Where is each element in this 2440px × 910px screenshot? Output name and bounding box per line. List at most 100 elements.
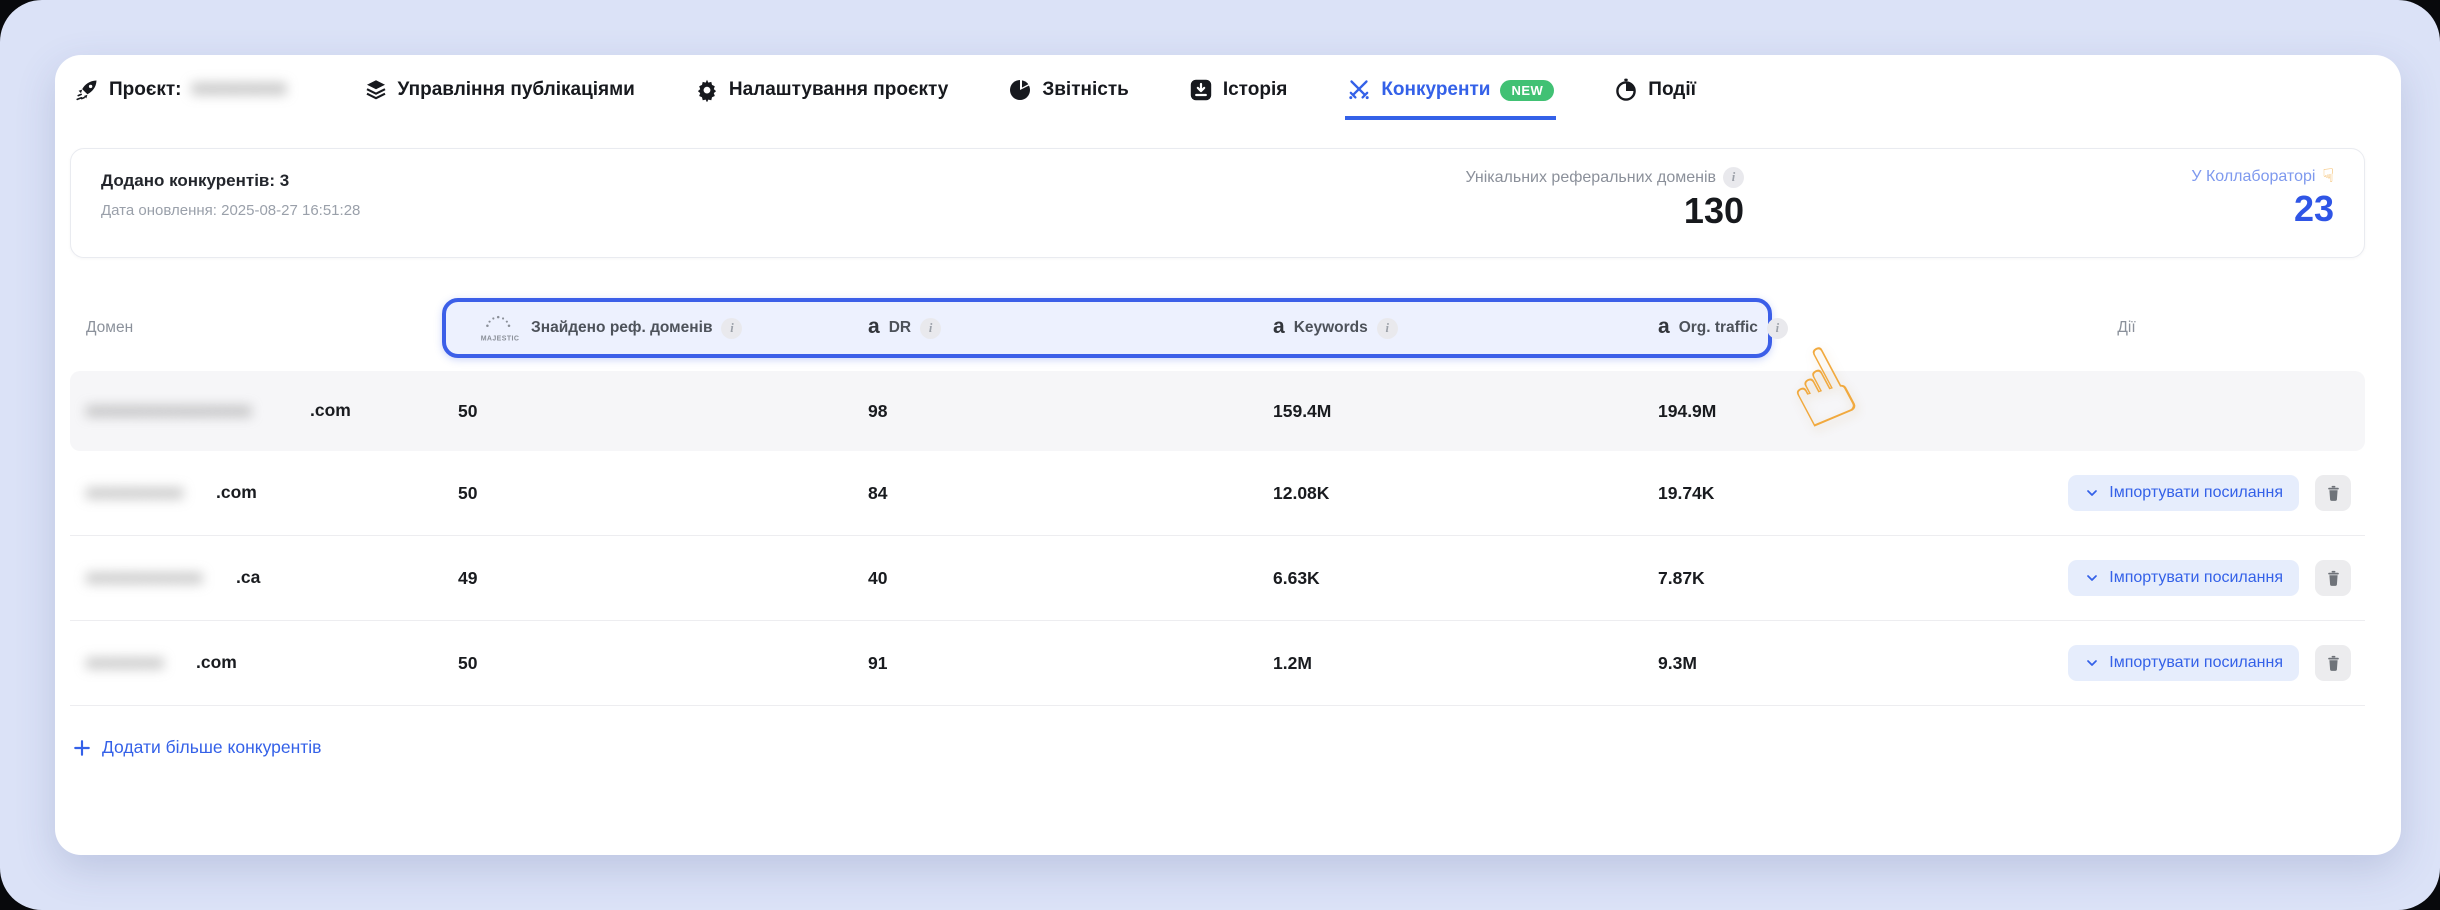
ref-domains-cell: 50 [442, 653, 852, 674]
keywords-cell: 159.4M [1257, 401, 1642, 422]
unique-ref-domains-stat: Унікальних реферальних доменів i 130 [1465, 167, 1744, 229]
chevron-down-icon [2084, 655, 2100, 671]
table-header: Домен MAJESTIC Знайдено реф. доменів i a… [70, 298, 2365, 358]
found-ref-label: Знайдено реф. доменів [531, 319, 712, 337]
column-header-keywords[interactable]: a Keywords i [1257, 318, 1642, 339]
info-icon[interactable]: i [1723, 167, 1744, 188]
domain-suffix: .com [310, 400, 351, 420]
domain-cell: xxxxxxxxxx.com [70, 482, 442, 504]
pie-chart-icon [1008, 78, 1032, 102]
nav-publications-label: Управління публікаціями [398, 79, 635, 101]
ahrefs-icon: a [1273, 316, 1285, 337]
dr-cell: 84 [852, 483, 1257, 504]
ahrefs-icon: a [868, 316, 880, 337]
ahrefs-icon: a [1658, 316, 1670, 337]
screenshot-root: Проєкт: xxxxxxxxx Управління публікаціям… [0, 0, 2440, 910]
nav-competitors[interactable]: Конкуренти NEW [1345, 72, 1556, 120]
domain-cell: xxxxxxxxxxxx.ca [70, 567, 442, 589]
table-row[interactable]: xxxxxxxx.com 50 91 1.2M 9.3M Імпортувати… [70, 621, 2365, 706]
nav-settings[interactable]: Налаштування проєкту [693, 72, 950, 120]
nav-project[interactable]: Проєкт: xxxxxxxxx [73, 72, 306, 120]
import-links-button[interactable]: Імпортувати посилання [2068, 475, 2299, 511]
domain-blurred: xxxxxxxxxxxxxxxxx [86, 400, 308, 422]
in-collaborator-label: У Коллабораторі [2191, 168, 2315, 186]
domain-cell: xxxxxxxx.com [70, 652, 442, 674]
nav-project-label: Проєкт: [109, 79, 182, 101]
actions-cell: Імпортувати посилання [1888, 475, 2365, 511]
org-traffic-label: Org. traffic [1679, 319, 1758, 337]
table-row[interactable]: xxxxxxxxxxxx.ca 49 40 6.63K 7.87K Імпорт… [70, 536, 2365, 621]
nav-events[interactable]: Події [1612, 72, 1698, 120]
column-header-found-ref[interactable]: MAJESTIC Знайдено реф. доменів i [442, 315, 852, 342]
import-links-button[interactable]: Імпортувати посилання [2068, 560, 2299, 596]
unique-ref-domains-label: Унікальних реферальних доменів [1465, 169, 1716, 187]
column-header-actions: Дії [1888, 319, 2365, 337]
info-icon[interactable]: i [920, 318, 941, 339]
nav-history-label: Історія [1223, 79, 1287, 101]
add-more-competitors-label: Додати більше конкурентів [102, 737, 321, 758]
dr-cell: 40 [852, 568, 1257, 589]
info-icon[interactable]: i [721, 318, 742, 339]
org-traffic-cell: 7.87K [1642, 568, 1888, 589]
nav-history[interactable]: Історія [1187, 72, 1289, 120]
org-traffic-cell: 19.74K [1642, 483, 1888, 504]
nav-events-label: Події [1648, 79, 1696, 101]
column-header-org-traffic[interactable]: a Org. traffic i [1642, 318, 1888, 339]
ref-domains-cell: 49 [442, 568, 852, 589]
info-icon[interactable]: i [1767, 318, 1788, 339]
trash-icon [2324, 569, 2343, 588]
column-header-domain[interactable]: Домен [70, 319, 442, 337]
chevron-down-icon [2084, 570, 2100, 586]
added-competitors-label: Додано конкурентів: [101, 171, 275, 190]
dr-cell: 98 [852, 401, 1257, 422]
domain-suffix: .ca [236, 567, 260, 587]
crossed-swords-icon [1347, 78, 1371, 102]
archive-download-icon [1189, 78, 1213, 102]
summary-added-block: Додано конкурентів: 3 Дата оновлення: 20… [101, 171, 360, 219]
stopwatch-icon [1614, 78, 1638, 102]
actions-cell: Імпортувати посилання [1888, 560, 2365, 596]
nav-competitors-label: Конкуренти [1381, 79, 1490, 101]
import-links-label: Імпортувати посилання [2109, 569, 2283, 587]
layers-icon [364, 78, 388, 102]
info-icon[interactable]: i [1377, 318, 1398, 339]
project-domain-blurred: xxxxxxxxx [192, 78, 304, 102]
top-navigation: Проєкт: xxxxxxxxx Управління публікаціям… [73, 73, 1698, 119]
gear-icon [695, 78, 719, 102]
main-card: Проєкт: xxxxxxxxx Управління публікаціям… [55, 55, 2401, 855]
column-header-dr[interactable]: a DR i [852, 318, 1257, 339]
trash-icon [2324, 654, 2343, 673]
in-collaborator-value: 23 [2294, 191, 2334, 227]
nav-reports-label: Звітність [1042, 79, 1128, 101]
pointing-down-icon: ☟ [2322, 167, 2334, 186]
delete-button[interactable] [2315, 475, 2351, 511]
table-row[interactable]: xxxxxxxxxxxxxxxxx.com 50 98 159.4M 194.9… [70, 371, 2365, 451]
domain-blurred: xxxxxxxxxxxx [86, 567, 234, 589]
add-more-competitors-link[interactable]: Додати більше конкурентів [73, 737, 321, 758]
majestic-logo-icon: MAJESTIC [478, 315, 522, 342]
unique-ref-domains-value: 130 [1684, 193, 1744, 229]
nav-settings-label: Налаштування проєкту [729, 79, 948, 101]
table-row[interactable]: xxxxxxxxxx.com 50 84 12.08K 19.74K Імпор… [70, 451, 2365, 536]
keywords-cell: 12.08K [1257, 483, 1642, 504]
ref-domains-cell: 50 [442, 401, 852, 422]
keywords-label: Keywords [1294, 319, 1368, 337]
org-traffic-cell: 9.3M [1642, 653, 1888, 674]
dr-cell: 91 [852, 653, 1257, 674]
import-links-label: Імпортувати посилання [2109, 484, 2283, 502]
summary-panel: Додано конкурентів: 3 Дата оновлення: 20… [70, 148, 2365, 258]
chevron-down-icon [2084, 485, 2100, 501]
rocket-icon [75, 78, 99, 102]
nav-publications[interactable]: Управління публікаціями [362, 72, 637, 120]
domain-blurred: xxxxxxxxxx [86, 482, 214, 504]
import-links-label: Імпортувати посилання [2109, 654, 2283, 672]
import-links-button[interactable]: Імпортувати посилання [2068, 645, 2299, 681]
ref-domains-cell: 50 [442, 483, 852, 504]
majestic-wordmark: MAJESTIC [481, 335, 520, 342]
domain-suffix: .com [196, 652, 237, 672]
delete-button[interactable] [2315, 560, 2351, 596]
nav-reports[interactable]: Звітність [1006, 72, 1130, 120]
delete-button[interactable] [2315, 645, 2351, 681]
plus-icon [73, 739, 91, 757]
dr-label: DR [889, 319, 911, 337]
